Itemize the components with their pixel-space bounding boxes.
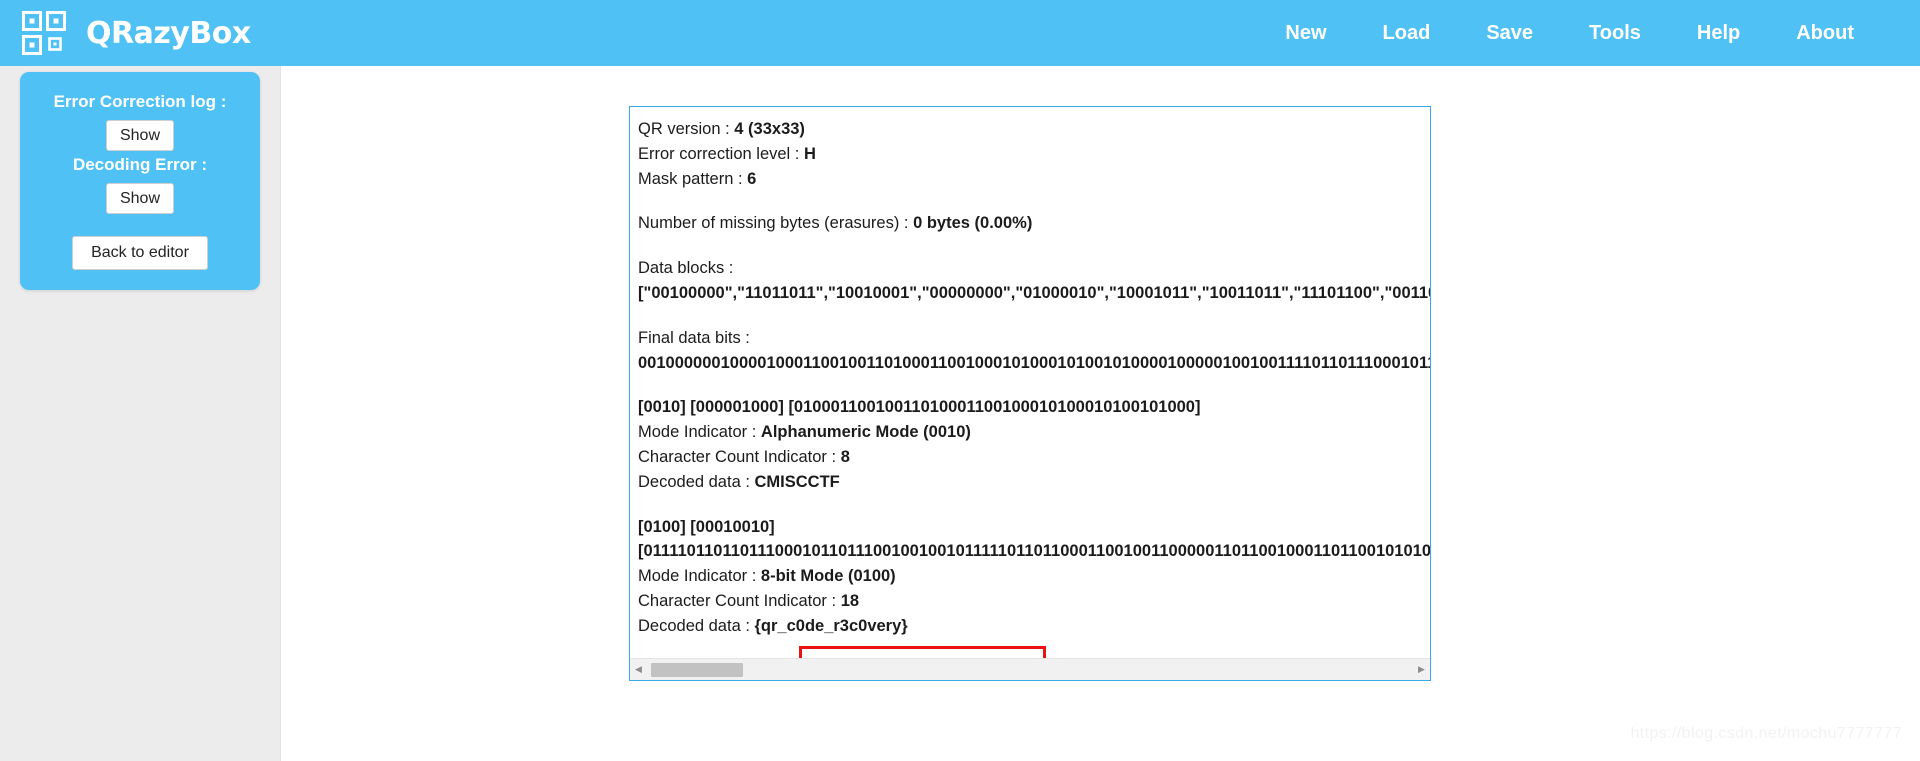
data-blocks-label: Data blocks :	[638, 259, 734, 278]
error-correction-log-row: Show	[34, 120, 246, 152]
segment1-decoded-label: Decoded data :	[638, 472, 755, 491]
segment1-char-count-line: Character Count Indicator : 8	[638, 445, 1430, 470]
segment1-raw-bits: [0010] [000001000] [01000110010011010001…	[638, 398, 1201, 417]
brand-name: QRazyBox	[86, 15, 251, 51]
nav-item-load[interactable]: Load	[1355, 12, 1459, 55]
decode-result-panel: QR version : 4 (33x33) Error correction …	[629, 106, 1431, 681]
data-blocks-value: ["00100000","11011011","10010001","00000…	[638, 283, 1430, 302]
error-correction-log-label: Error Correction log :	[53, 92, 227, 111]
segment1-mode-indicator-label: Mode Indicator :	[638, 423, 761, 442]
final-data-bits-value: 0010000001000010001100100110100011001000…	[638, 353, 1430, 372]
segment1-char-count-value: 8	[840, 447, 850, 466]
main-nav: New Load Save Tools Help About	[1257, 12, 1882, 55]
qr-version-label: QR version :	[638, 120, 735, 138]
horizontal-scrollbar[interactable]: ◀ ▶	[630, 658, 1430, 680]
brand[interactable]: QRazyBox	[22, 11, 251, 55]
segment2-char-count-line: Character Count Indicator : 18	[638, 589, 1430, 614]
qr-version-value: 4 (33x33)	[734, 120, 805, 138]
missing-bytes-value: 0 bytes (0.00%)	[913, 214, 1033, 233]
segment2-decoded-label: Decoded data :	[638, 616, 755, 635]
nav-item-new[interactable]: New	[1257, 12, 1354, 55]
back-to-editor-button[interactable]: Back to editor	[72, 236, 208, 270]
segment1-char-count-label: Character Count Indicator :	[638, 447, 841, 466]
scrollbar-thumb[interactable]	[651, 662, 743, 677]
segment1-mode-indicator-line: Mode Indicator : Alphanumeric Mode (0010…	[638, 420, 1430, 445]
error-correction-level-value: H	[803, 144, 816, 163]
mask-pattern-label: Mask pattern :	[638, 169, 748, 188]
decode-result-scroll-region[interactable]: QR version : 4 (33x33) Error correction …	[630, 107, 1431, 658]
sidebar-panel: Error Correction log : Show Decoding Err…	[20, 72, 260, 290]
qr-version-line: QR version : 4 (33x33)	[638, 117, 1430, 142]
watermark: https://blog.csdn.net/mochu7777777	[1630, 725, 1902, 742]
nav-item-save[interactable]: Save	[1458, 12, 1561, 55]
chevron-left-icon[interactable]: ◀	[630, 659, 647, 681]
mask-pattern-value: 6	[747, 169, 757, 188]
page-root: QRazyBox New Load Save Tools Help About …	[0, 0, 1920, 761]
missing-bytes-line: Number of missing bytes (erasures) : 0 b…	[638, 211, 1430, 236]
chevron-right-icon[interactable]: ▶	[1413, 659, 1430, 681]
error-correction-level-label: Error correction level :	[638, 144, 804, 163]
segment2-decoded-line: Decoded data : {qr_c0de_r3c0very}	[638, 614, 1430, 639]
top-navbar: QRazyBox New Load Save Tools Help About	[0, 0, 1920, 66]
segment1-decoded-line: Decoded data : CMISCCTF	[638, 470, 1430, 495]
scrollbar-track[interactable]	[647, 659, 1413, 681]
segment2-mode-indicator-value: 8-bit Mode (0100)	[760, 567, 896, 586]
segment2-decoded-value: {qr_c0de_r3c0very}	[754, 616, 908, 635]
segment2-raw-bits-prefix: [0100] [00010010]	[638, 517, 775, 536]
nav-item-tools[interactable]: Tools	[1561, 12, 1669, 55]
decoding-error-show-button[interactable]: Show	[105, 183, 175, 215]
decoding-error-row: Show	[34, 183, 246, 215]
main-area: QR version : 4 (33x33) Error correction …	[281, 66, 1920, 761]
final-data-bits-label: Final data bits :	[638, 328, 750, 347]
missing-bytes-label: Number of missing bytes (erasures) :	[638, 214, 914, 233]
error-correction-log-show-button[interactable]: Show	[105, 120, 175, 152]
qr-code-icon	[22, 11, 66, 55]
decode-result-content: QR version : 4 (33x33) Error correction …	[638, 117, 1431, 658]
segment2-mode-indicator-line: Mode Indicator : 8-bit Mode (0100)	[638, 564, 1430, 589]
segment1-decoded-value: CMISCCTF	[754, 472, 840, 491]
segment1-mode-indicator-value: Alphanumeric Mode (0010)	[760, 423, 971, 442]
mask-pattern-line: Mask pattern : 6	[638, 167, 1430, 192]
sidebar-column: Error Correction log : Show Decoding Err…	[0, 66, 281, 761]
decoding-error-label: Decoding Error :	[72, 155, 208, 175]
segment2-char-count-label: Character Count Indicator :	[638, 591, 841, 610]
back-to-editor-row: Back to editor	[34, 236, 246, 270]
nav-item-help[interactable]: Help	[1669, 12, 1768, 55]
segment2-mode-indicator-label: Mode Indicator :	[638, 567, 761, 586]
error-correction-level-line: Error correction level : H	[638, 142, 1430, 167]
segment2-char-count-value: 18	[840, 591, 860, 610]
nav-item-about[interactable]: About	[1768, 12, 1882, 55]
segment2-raw-bits: [011110110110111000101101110010010010111…	[638, 542, 1431, 561]
